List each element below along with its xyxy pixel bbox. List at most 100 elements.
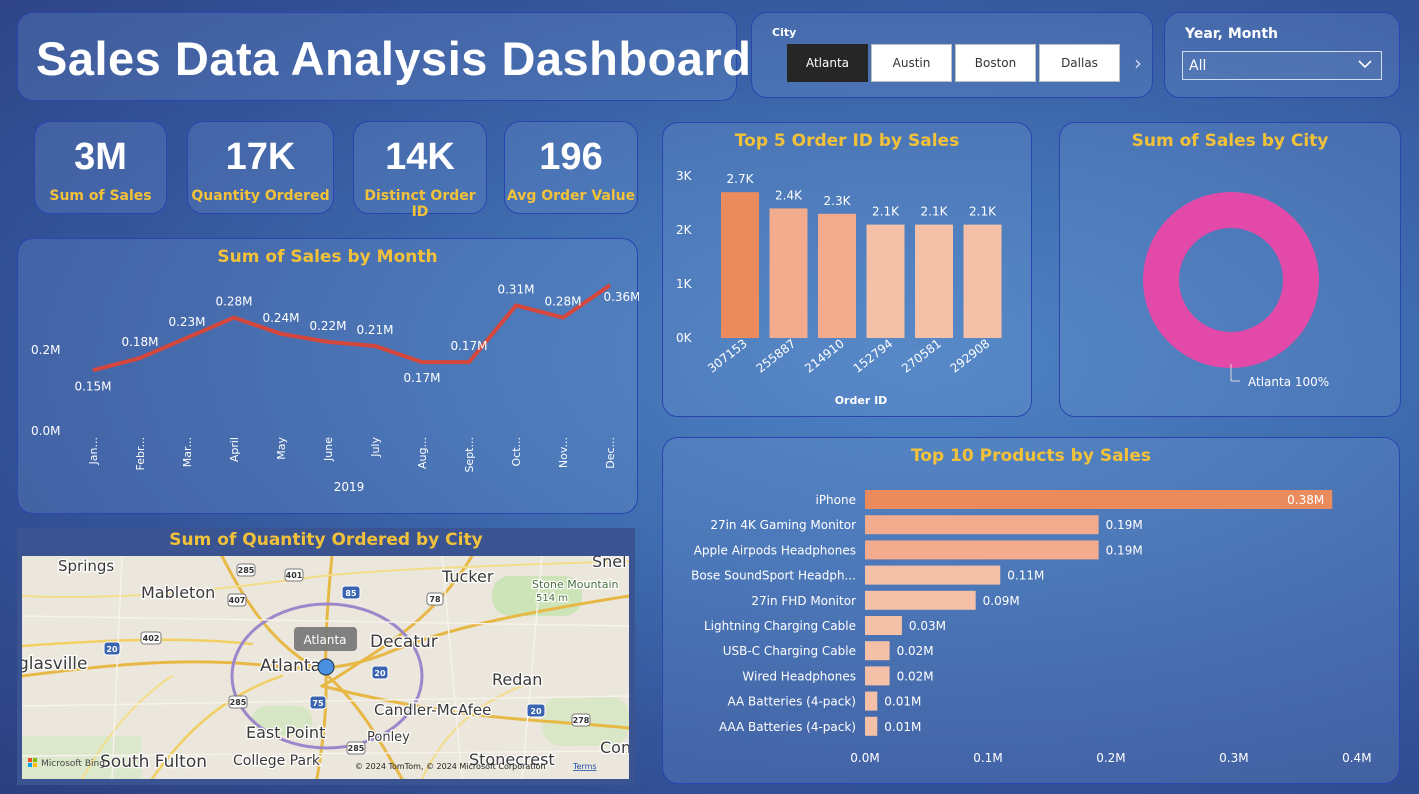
city-option-atlanta[interactable]: Atlanta: [787, 44, 868, 82]
place-tucker: Tucker: [441, 567, 494, 586]
x-tick-label: April: [228, 437, 241, 462]
kpi-label: Sum of Sales: [49, 188, 152, 204]
x-tick-label: Mar...: [181, 437, 194, 467]
product-label: iPhone: [815, 493, 856, 507]
y-tick-label: 0.0M: [31, 424, 60, 438]
place-atlanta: Atlanta: [260, 656, 321, 676]
atlanta-bubble[interactable]: [317, 658, 335, 676]
product-bar: [865, 616, 902, 635]
x-tick-label: Oct...: [510, 437, 523, 467]
x-tick-label: 292908: [948, 336, 993, 375]
kpi-distinct-order-id: 14K Distinct Order ID: [353, 121, 487, 220]
top-products-panel: Top 10 Products by Sales iPhone 0.38M 27in…: [662, 437, 1400, 784]
city-slicer: City Atlanta Austin Boston Dallas ›: [751, 12, 1153, 98]
x-tick-label: 0.2M: [1096, 751, 1125, 765]
data-label: 0.24M: [262, 311, 299, 325]
x-tick-label: 0.4M: [1342, 751, 1371, 765]
x-tick-label: July: [369, 437, 382, 458]
donut-slice-atlanta: [1143, 192, 1319, 368]
legend-label: Atlanta 100%: [1248, 375, 1329, 389]
place-snel: Snel: [592, 556, 627, 571]
data-label: 2.1K: [872, 205, 900, 219]
data-label: 0.28M: [544, 295, 581, 309]
data-label: 0.01M: [884, 720, 921, 734]
year-month-dropdown[interactable]: All: [1182, 51, 1382, 80]
city-slicer-label: City: [772, 26, 797, 39]
product-label: Lightning Charging Cable: [704, 619, 856, 633]
title-card: Sales Data Analysis Dashboard: [17, 12, 751, 101]
kpi-label: Distinct Order ID: [364, 188, 476, 220]
data-label: 0.28M: [215, 295, 252, 309]
x-tick-label: 255887: [754, 336, 799, 375]
map-title: Sum of Quantity Ordered by City: [169, 530, 483, 550]
order-bar: [769, 208, 808, 338]
x-tick-label: Jan...: [87, 437, 100, 465]
sales-by-city-panel: Sum of Sales by City Atlanta 100%: [1059, 122, 1401, 417]
route-285-south: 285: [348, 744, 365, 753]
kpi-value: 196: [539, 136, 603, 178]
place-mableton: Mableton: [141, 583, 215, 602]
place-south-fulton: South Fulton: [100, 752, 207, 772]
data-label: 0.09M: [983, 594, 1020, 608]
x-tick-label: Sept...: [463, 437, 476, 473]
data-label: 2.4K: [775, 188, 803, 202]
data-label: 2.7K: [727, 172, 755, 186]
x-tick-label: 152794: [851, 336, 896, 375]
city-option-dallas[interactable]: Dallas: [1039, 44, 1120, 82]
map-terms-link[interactable]: Terms: [572, 762, 597, 771]
top-products-chart: iPhone 0.38M 27in 4K Gaming Monitor 0.19M Ap…: [691, 490, 1372, 765]
top-orders-chart: 0K 1K 2K 3K 2.7K 307153 2.4K 255887 2.3K 214910 2.…: [676, 169, 1002, 407]
order-bar: [818, 213, 856, 338]
route-285-west: 285: [230, 698, 247, 707]
x-tick-label: Febr...: [134, 437, 147, 470]
product-bar: [865, 540, 1099, 560]
route-407: 407: [229, 596, 246, 605]
data-label: 0.38M: [1287, 493, 1324, 507]
product-label: USB-C Charging Cable: [723, 644, 856, 658]
x-tick-label: Nov...: [557, 437, 570, 468]
route-285-top: 285: [238, 566, 255, 575]
route-20-west: 20: [106, 645, 118, 654]
sales-by-city-chart: Atlanta 100%: [1143, 192, 1329, 389]
year-month-value: All: [1189, 57, 1207, 74]
kpi-value: 14K: [385, 136, 455, 178]
data-label: 2.1K: [969, 205, 997, 219]
route-402: 402: [143, 634, 160, 643]
kpi-quantity-ordered: 17K Quantity Ordered: [187, 121, 334, 214]
map-attribution: © 2024 TomTom, © 2024 Microsoft Corporat…: [355, 762, 546, 771]
data-label: 0.15M: [74, 379, 111, 393]
map-panel: Sum of Quantity Ordered by City 285 401 …: [17, 528, 635, 785]
place-candler-mcafee: Candler-McAfee: [374, 701, 491, 719]
route-78: 78: [429, 595, 441, 604]
data-label: 0.21M: [356, 323, 393, 337]
sales-by-month-panel: Sum of Sales by Month 0.0M 0.2M 0.15M 0.18M…: [17, 238, 639, 514]
city-option-boston[interactable]: Boston: [955, 44, 1036, 82]
data-label: 0.23M: [168, 315, 205, 329]
city-option-austin[interactable]: Austin: [871, 44, 952, 82]
map-tooltip: Atlanta: [303, 633, 346, 647]
order-bar: [721, 192, 759, 338]
x-tick-label: 0.3M: [1219, 751, 1248, 765]
product-bar: [865, 515, 1099, 535]
product-bar: [865, 666, 890, 686]
product-label: Bose SoundSport Headph...: [691, 569, 856, 583]
y-tick-label: 0.2M: [31, 343, 60, 357]
product-bar: [865, 691, 878, 711]
map-view[interactable]: 285 401 85 407 78 402 20 20 75 285 20 27…: [22, 556, 629, 779]
y-tick-label: 0K: [676, 331, 693, 345]
kpi-value: 3M: [74, 136, 127, 178]
place-east-point: East Point: [246, 723, 325, 742]
kpi-avg-order-value: 196 Avg Order Value: [504, 121, 638, 214]
place-college-park: College Park: [233, 753, 321, 769]
route-278: 278: [573, 716, 590, 725]
kpi-label: Quantity Ordered: [191, 188, 330, 204]
data-label: 0.02M: [897, 644, 934, 658]
top-orders-panel: Top 5 Order ID by Sales 0K 1K 2K 3K 2.7K 3071…: [662, 122, 1032, 417]
chevron-right-icon[interactable]: ›: [1134, 51, 1142, 75]
product-label: 27in FHD Monitor: [751, 594, 856, 608]
place-glasville: glasville: [22, 654, 87, 674]
place-stone-mountain: Stone Mountain: [532, 578, 619, 591]
product-bar: [865, 490, 1333, 509]
x-tick-label: Aug...: [416, 437, 429, 469]
x-axis-label: Order ID: [835, 394, 888, 407]
